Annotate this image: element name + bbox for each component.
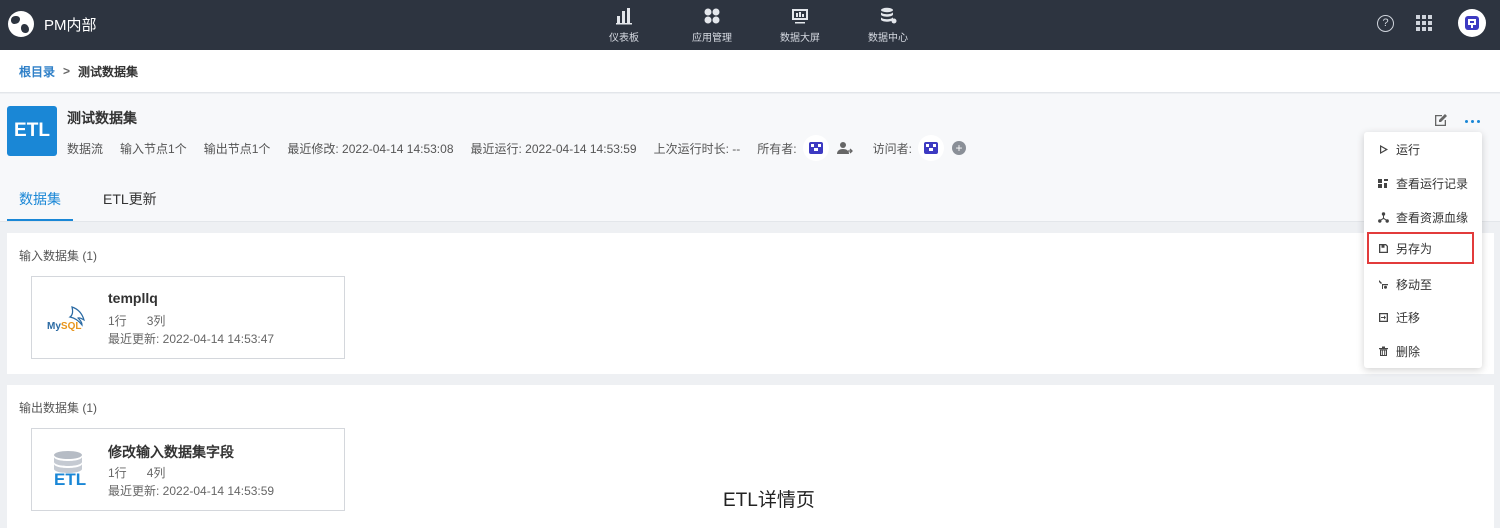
tab-datasets[interactable]: 数据集	[7, 189, 73, 221]
transfer-owner-icon[interactable]	[836, 141, 853, 155]
dataset-updated: 最近更新: 2022-04-14 14:53:59	[108, 484, 275, 498]
dataset-updated: 最近更新: 2022-04-14 14:53:47	[108, 332, 275, 346]
mysql-logo-text: SQL	[60, 321, 82, 332]
migrate-icon	[1379, 312, 1388, 322]
column-count: 4列	[146, 466, 166, 480]
menu-item-label: 另存为	[1396, 241, 1433, 256]
edit-icon[interactable]	[1434, 113, 1448, 127]
menu-item-label: 查看资源血缘	[1396, 210, 1469, 225]
user-avatar[interactable]	[1458, 9, 1486, 37]
top-navigation-bar: PM内部 仪表板 应用管理 数据大屏 数据中心 ?	[0, 0, 1500, 50]
etl-logo-icon: ETL	[7, 106, 57, 156]
menu-item-label: 查看运行记录	[1396, 176, 1469, 191]
nav-data-screen[interactable]: 数据大屏	[756, 0, 844, 50]
trash-icon	[1379, 346, 1388, 356]
breadcrumb-separator: >	[63, 64, 71, 78]
breadcrumb-current: 测试数据集	[78, 64, 139, 79]
breadcrumb-root-link[interactable]: 根目录	[19, 63, 55, 80]
visitor-avatar[interactable]	[917, 135, 944, 161]
owner-label: 所有者:	[757, 141, 797, 156]
brand[interactable]: PM内部	[8, 11, 97, 37]
dataset-card-templlq[interactable]: MySQL templlq 1行 3列 最近更新: 2022-04-14 14:5…	[31, 276, 345, 359]
row-count: 1行	[108, 466, 127, 480]
workspace-name: PM内部	[44, 16, 97, 34]
nav-label: 数据中心	[868, 32, 908, 44]
more-options-icon[interactable]	[1465, 120, 1483, 123]
avatar-glyph-icon	[923, 142, 938, 154]
last-run-duration: 上次运行时长: --	[653, 141, 741, 156]
visitor-label: 访问者:	[872, 141, 912, 156]
dataset-header: ETL 测试数据集 数据流 输入节点1个 输出节点1个 最近修改: 2022-0…	[0, 94, 1500, 222]
nav-app-management[interactable]: 应用管理	[668, 0, 756, 50]
dataset-name: templlq	[108, 290, 158, 306]
bar-chart-icon	[616, 7, 632, 24]
etl-logo-text: ETL	[54, 470, 86, 489]
database-icon	[881, 7, 897, 23]
menu-item-delete[interactable]: 删除	[1364, 335, 1482, 367]
app-launcher-icon[interactable]	[1416, 15, 1432, 31]
lineage-icon	[1378, 211, 1389, 223]
dataset-dimensions: 1行 4列	[108, 464, 165, 481]
etl-database-icon: ETL	[46, 451, 96, 489]
column-count: 3列	[146, 314, 166, 328]
apps-grid-icon	[704, 8, 720, 23]
last-run: 最近运行: 2022-04-14 14:53:59	[470, 141, 637, 156]
nav-label: 应用管理	[692, 32, 732, 44]
dataset-meta: 数据流 输入节点1个 输出节点1个 最近修改: 2022-04-14 14:53…	[67, 135, 966, 161]
menu-item-run-history[interactable]: 查看运行记录	[1364, 167, 1482, 199]
page-caption: ETL详情页	[723, 490, 815, 511]
tab-etl-update[interactable]: ETL更新	[91, 189, 169, 221]
top-right-tools: ?	[1377, 9, 1486, 37]
dataset-name: 修改输入数据集字段	[108, 444, 234, 460]
input-node-count: 输入节点1个	[120, 141, 187, 156]
breadcrumb: 根目录 > 测试数据集	[0, 50, 1500, 93]
section-label: 输出数据集 (1)	[19, 401, 98, 415]
owner-avatar[interactable]	[802, 135, 829, 161]
output-node-count: 输出节点1个	[203, 141, 271, 156]
row-count: 1行	[108, 314, 127, 328]
nav-data-center[interactable]: 数据中心	[844, 0, 932, 50]
mysql-icon: MySQL	[46, 303, 96, 337]
page-title: 测试数据集	[67, 110, 137, 126]
menu-item-label: 运行	[1396, 142, 1421, 157]
nav-label: 仪表板	[609, 32, 639, 44]
menu-item-label: 移动至	[1396, 277, 1433, 292]
help-icon[interactable]: ?	[1377, 14, 1394, 32]
menu-item-lineage[interactable]: 查看资源血缘	[1364, 201, 1482, 233]
input-datasets-section: 输入数据集 (1) MySQL templlq 1行 3列 最近更新: 2022-…	[7, 233, 1494, 374]
avatar-glyph-icon	[1465, 16, 1479, 30]
history-icon	[1378, 178, 1388, 188]
save-as-icon	[1379, 243, 1388, 253]
dataset-type: 数据流	[67, 141, 104, 156]
dataset-dimensions: 1行 3列	[108, 312, 165, 329]
menu-item-move-to[interactable]: 移动至	[1364, 268, 1482, 300]
menu-item-migrate[interactable]: 迁移	[1364, 301, 1482, 333]
tab-bar: 数据集 ETL更新	[7, 189, 187, 221]
main-nav: 仪表板 应用管理 数据大屏 数据中心	[580, 0, 932, 50]
section-label: 输入数据集 (1)	[19, 249, 98, 263]
move-icon	[1379, 279, 1388, 289]
menu-item-label: 删除	[1396, 344, 1421, 359]
avatar-glyph-icon	[808, 142, 823, 154]
more-options-menu: 运行 查看运行记录 查看资源血缘 另存为 移动至 迁移 删除	[1364, 132, 1482, 368]
mysql-logo-text: My	[47, 321, 61, 332]
screen-icon	[792, 8, 808, 23]
globe-icon	[8, 11, 34, 37]
play-icon	[1380, 144, 1388, 154]
dataset-card-output[interactable]: ETL 修改输入数据集字段 1行 4列 最近更新: 2022-04-14 14:5…	[31, 428, 345, 511]
menu-item-save-as[interactable]: 另存为	[1367, 232, 1474, 264]
last-modified: 最近修改: 2022-04-14 14:53:08	[287, 141, 454, 156]
nav-label: 数据大屏	[780, 32, 820, 44]
menu-item-label: 迁移	[1396, 310, 1421, 325]
nav-dashboard[interactable]: 仪表板	[580, 0, 668, 50]
add-visitor-icon[interactable]: +	[951, 141, 966, 155]
menu-item-run[interactable]: 运行	[1364, 133, 1482, 165]
